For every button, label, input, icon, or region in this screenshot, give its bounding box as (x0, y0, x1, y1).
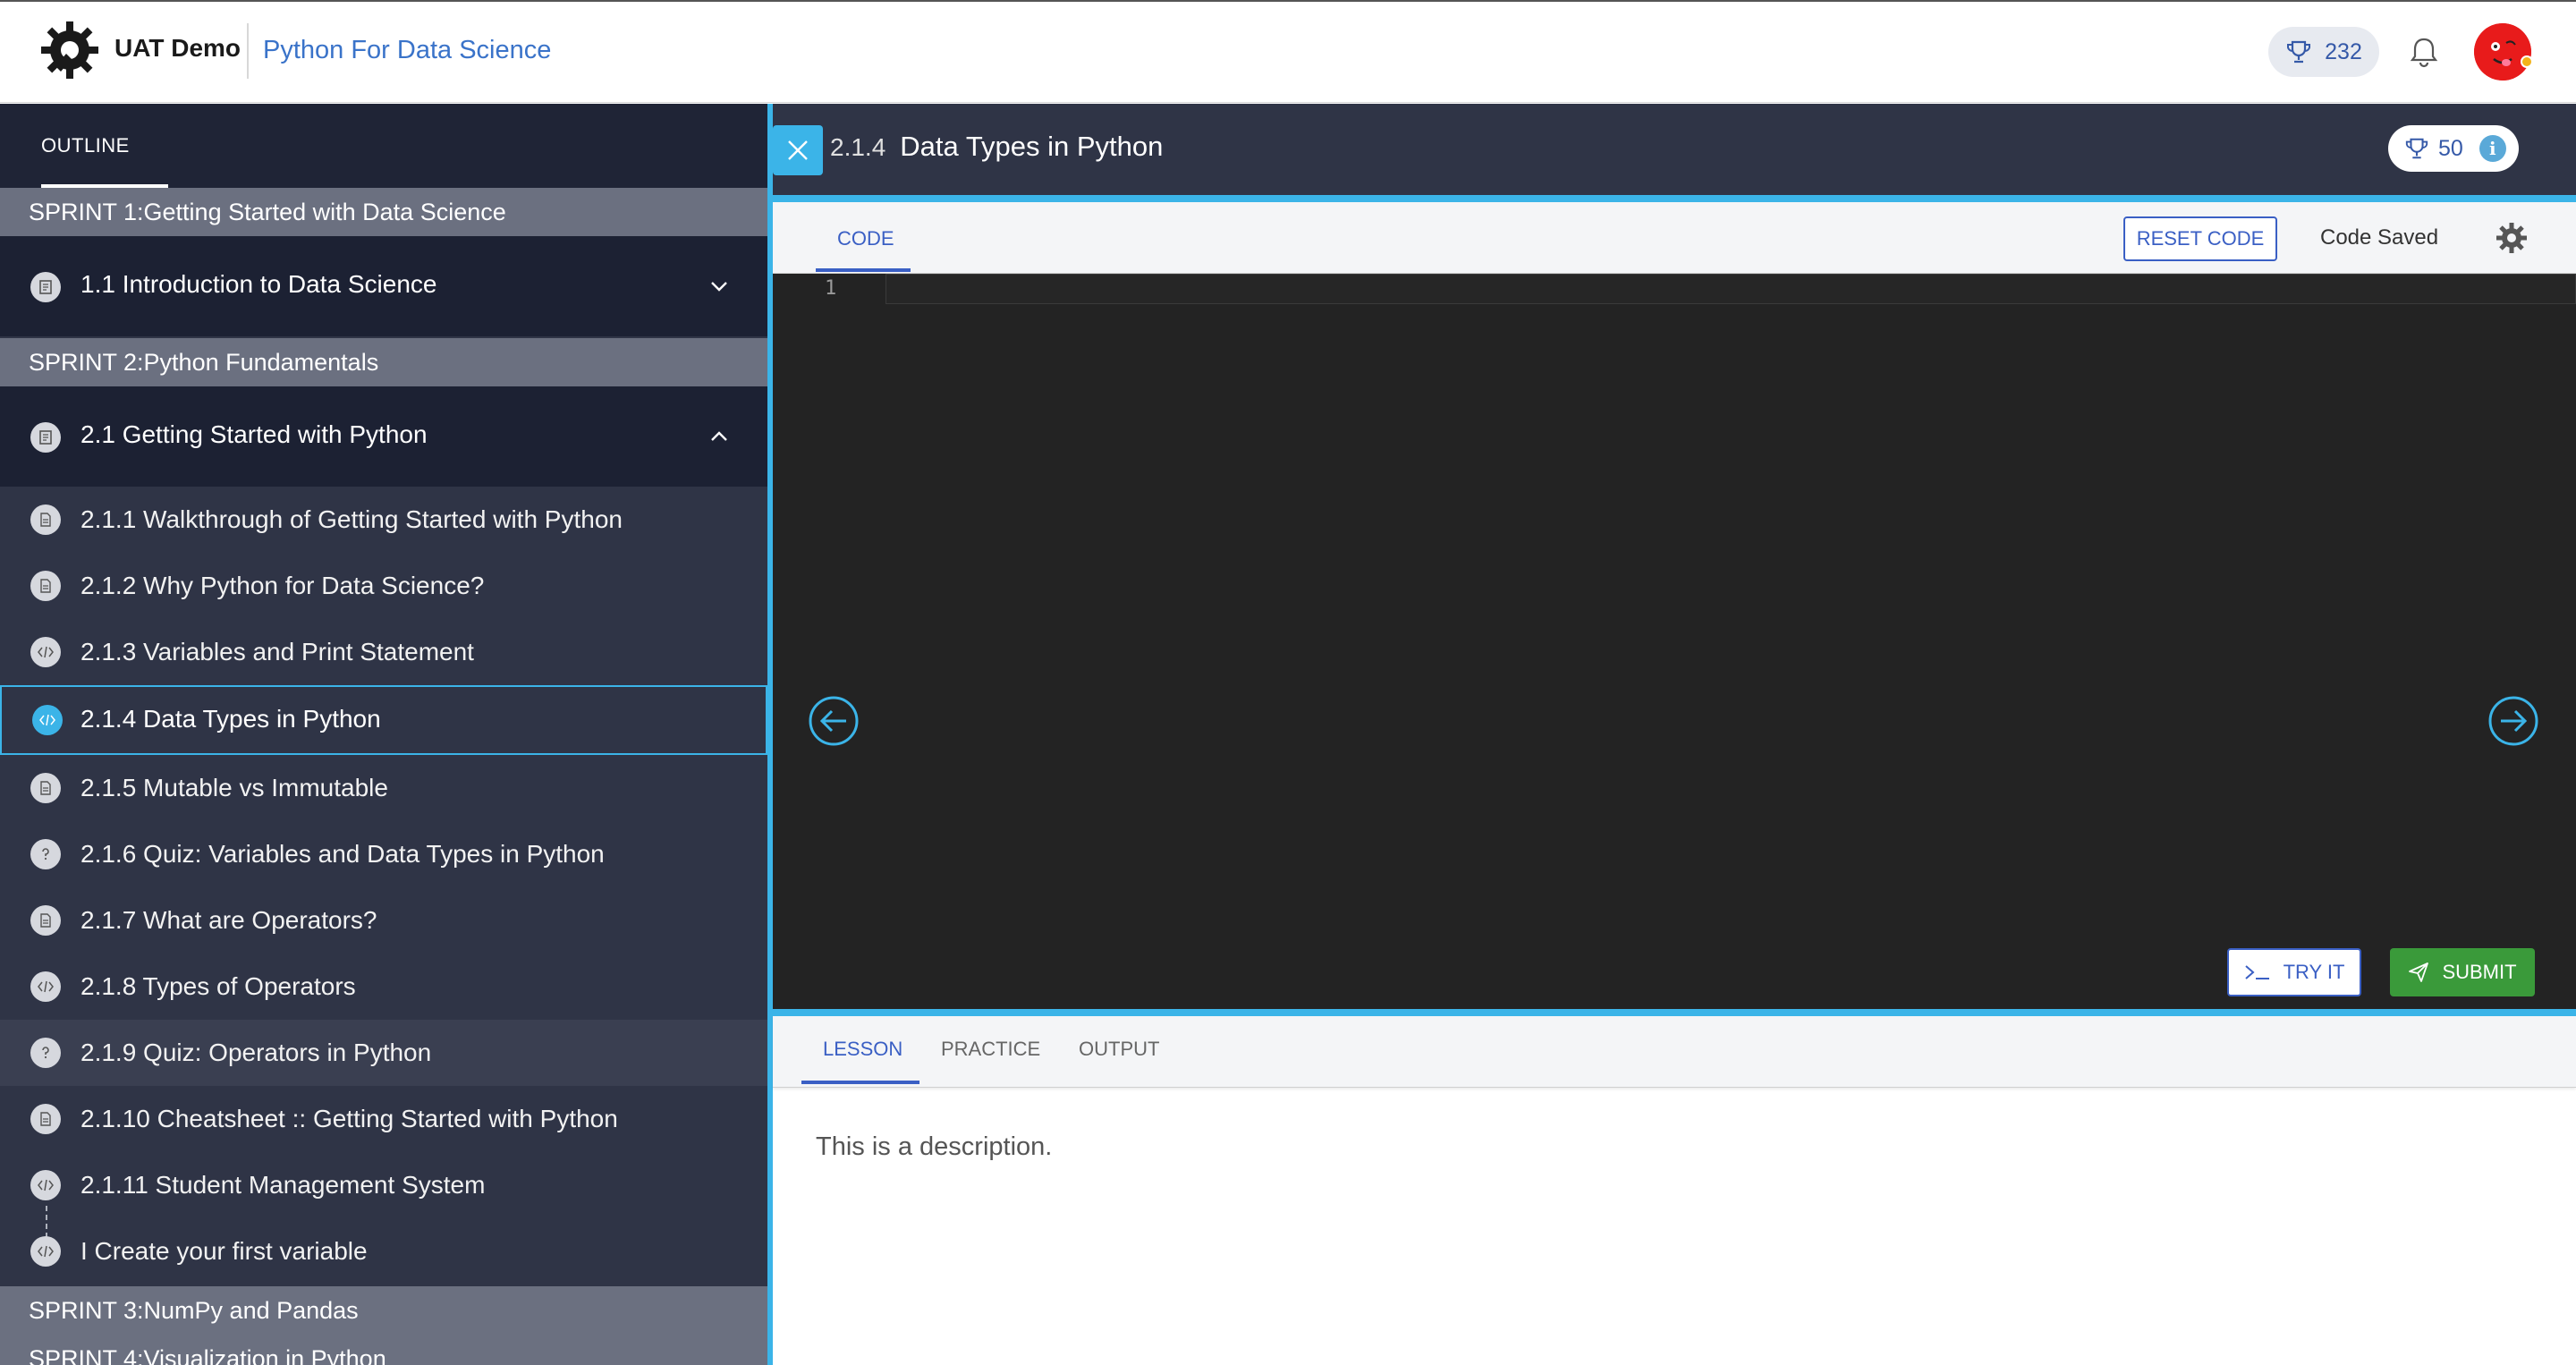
lesson-item-2-1-9[interactable]: 2.1.9 Quiz: Operators in Python (0, 1020, 767, 1086)
module-book-icon (30, 272, 61, 302)
lesson-item-label: 2.1.6 Quiz: Variables and Data Types in … (80, 840, 605, 868)
lesson-subitem-create-variable[interactable]: I Create your first variable (0, 1218, 767, 1284)
code-icon (30, 1170, 61, 1200)
tab-code[interactable]: CODE (837, 227, 894, 250)
module-label: 2.1 Getting Started with Python (80, 420, 428, 448)
try-it-button[interactable]: TRY IT (2227, 948, 2361, 996)
tab-lesson-indicator (801, 1081, 919, 1084)
chevron-up-icon[interactable] (707, 424, 732, 449)
lesson-xp-badge[interactable]: 50 i (2388, 125, 2519, 172)
sprint-header-4[interactable]: SPRINT 4:Visualization in Python (0, 1335, 767, 1365)
lesson-item-label: I Create your first variable (80, 1237, 368, 1265)
module-2-1[interactable]: 2.1 Getting Started with Python (0, 386, 767, 487)
code-icon (32, 705, 63, 735)
code-icon (30, 637, 61, 667)
lesson-item-2-1-7[interactable]: 2.1.7 What are Operators? (0, 887, 767, 954)
lesson-item-2-1-11[interactable]: 2.1.11 Student Management System (0, 1152, 767, 1218)
editor-active-line[interactable] (886, 274, 2576, 304)
document-icon (30, 1104, 61, 1134)
lesson-item-label: 2.1.2 Why Python for Data Science? (80, 572, 485, 599)
module-label: 1.1 Introduction to Data Science (80, 270, 437, 298)
header-divider (247, 23, 249, 79)
tab-output[interactable]: OUTPUT (1079, 1038, 1159, 1061)
lesson-description: This is a description. (816, 1132, 1053, 1161)
line-number: 1 (825, 277, 837, 300)
lesson-item-2-1-2[interactable]: 2.1.2 Why Python for Data Science? (0, 553, 767, 619)
lesson-xp-value: 50 (2438, 135, 2463, 161)
lesson-item-2-1-6[interactable]: 2.1.6 Quiz: Variables and Data Types in … (0, 821, 767, 887)
reset-code-button[interactable]: RESET CODE (2123, 216, 2277, 261)
sidebar-tabbar: OUTLINE (0, 104, 767, 188)
brand-name: UAT Demo (114, 34, 242, 62)
lesson-item-2-1-4-active[interactable]: 2.1.4 Data Types in Python (0, 685, 767, 755)
send-icon (2409, 962, 2429, 982)
lesson-title: 2.1.4 Data Types in Python (830, 131, 1163, 163)
lesson-tabbar (773, 1016, 2576, 1088)
document-icon (30, 571, 61, 601)
info-icon[interactable]: i (2479, 135, 2506, 162)
lesson-item-2-1-3[interactable]: 2.1.3 Variables and Print Statement (0, 619, 767, 685)
submit-label: SUBMIT (2442, 961, 2517, 983)
bell-icon[interactable] (2406, 34, 2442, 70)
lesson-item-label: 2.1.4 Data Types in Python (80, 705, 381, 733)
sprint-header-3[interactable]: SPRINT 3:NumPy and Pandas (0, 1286, 767, 1335)
submit-button[interactable]: SUBMIT (2390, 948, 2535, 996)
lesson-item-2-1-10[interactable]: 2.1.10 Cheatsheet :: Getting Started wit… (0, 1086, 767, 1152)
document-icon (30, 504, 61, 535)
trophy-icon (2405, 138, 2428, 159)
points-value: 232 (2325, 38, 2362, 64)
quiz-icon (30, 1038, 61, 1068)
lesson-item-label: 2.1.8 Types of Operators (80, 972, 356, 1000)
document-icon (30, 905, 61, 936)
lesson-item-label: 2.1.5 Mutable vs Immutable (80, 774, 388, 801)
module-1-1[interactable]: 1.1 Introduction to Data Science (0, 236, 767, 336)
code-editor[interactable] (773, 274, 2576, 1011)
lesson-number: 2.1.4 (830, 133, 886, 161)
document-icon (30, 773, 61, 803)
lesson-title-text: Data Types in Python (900, 131, 1164, 162)
lesson-item-label: 2.1.3 Variables and Print Statement (80, 638, 474, 666)
lesson-item-label: 2.1.1 Walkthrough of Getting Started wit… (80, 505, 623, 533)
avatar-face-icon (2474, 23, 2531, 81)
sprint-header-2[interactable]: SPRINT 2:Python Fundamentals (0, 338, 767, 386)
sprint-header-1[interactable]: SPRINT 1:Getting Started with Data Scien… (0, 188, 767, 236)
tab-code-indicator (816, 268, 911, 272)
lesson-item-label: 2.1.11 Student Management System (80, 1171, 486, 1199)
accent-divider-bottom (773, 1009, 2576, 1016)
lesson-item-2-1-8[interactable]: 2.1.8 Types of Operators (0, 954, 767, 1020)
close-button[interactable] (773, 125, 823, 175)
code-saved-status: Code Saved (2320, 225, 2439, 250)
course-title[interactable]: Python For Data Science (263, 36, 551, 65)
tab-practice[interactable]: PRACTICE (941, 1038, 1040, 1061)
chevron-down-icon[interactable] (707, 274, 732, 299)
lesson-item-label: 2.1.7 What are Operators? (80, 906, 377, 934)
settings-gear-icon[interactable] (2494, 220, 2529, 256)
try-it-label: TRY IT (2283, 961, 2345, 983)
lesson-item-label: 2.1.10 Cheatsheet :: Getting Started wit… (80, 1105, 618, 1132)
points-badge[interactable]: 232 (2268, 27, 2379, 77)
status-dot (2521, 55, 2533, 68)
trophy-icon (2287, 40, 2311, 64)
course-outline-sidebar: OUTLINE SPRINT 1:Getting Started with Da… (0, 104, 767, 1365)
code-icon (30, 1236, 61, 1267)
avatar[interactable] (2474, 23, 2531, 81)
next-lesson-arrow-icon[interactable] (2487, 694, 2540, 748)
close-icon (788, 140, 808, 160)
code-toolbar (773, 202, 2576, 274)
quiz-icon (30, 839, 61, 869)
gear-logo-icon[interactable] (39, 20, 100, 81)
lesson-item-label: 2.1.9 Quiz: Operators in Python (80, 1039, 432, 1066)
lesson-item-2-1-5[interactable]: 2.1.5 Mutable vs Immutable (0, 755, 767, 821)
tab-lesson[interactable]: LESSON (823, 1038, 902, 1061)
previous-lesson-arrow-icon[interactable] (807, 694, 860, 748)
tab-outline[interactable]: OUTLINE (41, 134, 130, 157)
terminal-icon (2244, 965, 2269, 979)
accent-divider (773, 195, 2576, 202)
module-book-icon (30, 422, 61, 453)
code-icon (30, 971, 61, 1002)
lesson-item-2-1-1[interactable]: 2.1.1 Walkthrough of Getting Started wit… (0, 487, 767, 553)
